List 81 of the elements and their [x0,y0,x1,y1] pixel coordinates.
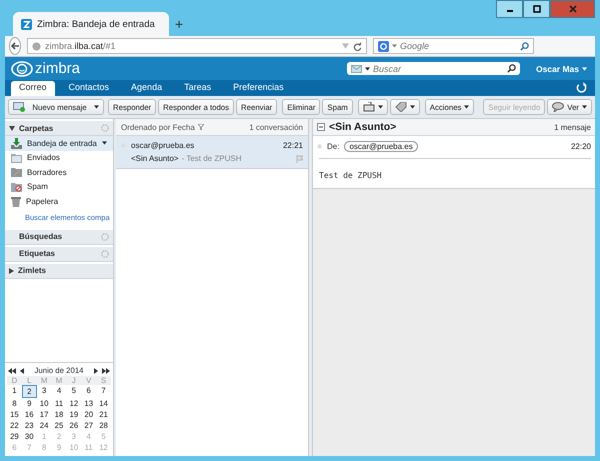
move-button[interactable] [358,99,388,115]
collapsed-arrow-icon[interactable] [9,268,14,274]
section-header[interactable]: Zimlets [5,264,113,278]
user-menu[interactable]: Oscar Mas [534,64,589,74]
caret-icon [102,141,107,146]
search-input[interactable]: Buscar [373,64,504,74]
sort-label[interactable]: Ordenado por Fecha [121,122,195,132]
google-plus-icon [378,40,389,52]
caret-icon [464,105,470,109]
conversation-count: 1 conversación [249,122,303,132]
smiley-logo-icon [11,60,33,76]
maximize-button[interactable] [523,0,550,18]
back-arrow-icon [10,41,20,51]
tag-button[interactable] [390,99,420,115]
message-subject: <Sin Asunto> [131,154,179,163]
search-engine-field[interactable]: Google [373,38,534,54]
section-header[interactable]: Búsquedas [5,230,113,244]
maximize-icon [532,5,540,13]
caret-icon [365,66,370,70]
inbox-tray-icon [11,138,22,149]
caret-icon [582,105,587,109]
folder-icon [11,152,22,163]
reload-icon[interactable] [353,42,362,50]
message-count: 1 mensaje [554,122,591,132]
section-header[interactable]: Carpetas [5,121,113,136]
message-body: Test de ZPUSH [318,171,383,180]
tab-title: Zimbra: Bandeja de entrada [37,18,155,30]
message-time: 22:20 [570,142,591,151]
caret-icon [392,44,397,48]
search-icon [507,64,516,73]
from-label: De: [327,142,340,151]
search-field[interactable]: Buscar [347,62,520,75]
logo-text: zimbra [35,60,80,77]
back-button[interactable] [9,37,21,55]
expanded-arrow-icon[interactable] [9,126,15,130]
filter-icon[interactable] [198,124,204,130]
app-tab[interactable]: Correo [11,81,55,96]
folder-icon [11,167,22,178]
minimize-button[interactable] [496,0,523,18]
folder-item[interactable]: Borradores [5,165,113,180]
spam-folder-icon [11,182,22,192]
app-tab[interactable]: Tareas [176,81,220,96]
search-input[interactable]: Google [400,41,517,51]
tag-icon [394,102,407,112]
section-header[interactable]: Etiquetas [5,246,113,262]
trash-icon [11,196,21,207]
next-month-button[interactable] [93,368,99,374]
envelope-icon [351,64,362,72]
address-bar[interactable]: zimbra.ilba.cat/#1 [27,38,367,54]
sender: oscar@prueba.es [131,141,194,150]
z-favicon-icon [21,18,32,30]
app-tab[interactable]: Agenda [123,81,170,96]
speech-bubble-icon [552,102,564,112]
url-text: zimbra.ilba.cat/#1 [45,41,116,51]
app-tab[interactable]: Contactos [60,81,118,96]
previous-year-button[interactable] [7,368,17,374]
folder-item[interactable]: Enviados [5,150,113,165]
caret-icon [582,66,587,70]
folder-item[interactable]: Bandeja de entrada [5,136,113,150]
refresh-icon[interactable] [576,82,587,93]
search-icon [520,42,529,50]
dropdown-icon [342,43,349,49]
read-status-dot-icon [317,144,322,149]
previous-month-button[interactable] [19,368,25,374]
app-tab[interactable]: Preferencias [225,81,292,96]
caret-icon [410,105,415,109]
caret-icon [94,105,99,109]
message-preview: - Test de ZPUSH [182,154,242,163]
new-tab-button[interactable]: + [175,16,184,32]
sender-chip[interactable]: oscar@prueba.es [344,141,418,152]
browser-tab[interactable]: Zimbra: Bandeja de entrada [13,12,169,36]
close-icon [568,5,576,13]
caret-icon [378,105,383,109]
envelope-plus-icon [13,102,25,112]
next-year-button[interactable] [101,368,111,374]
collapse-icon[interactable] [317,123,325,131]
message-time: 22:21 [282,141,303,150]
folder-item[interactable]: Spam [5,180,113,194]
message-row[interactable]: oscar@prueba.es 22:21 <Sin Asunto> - Test de ZPUSH [116,136,308,169]
conversation-subject: <Sin Asunto> [329,121,396,133]
folder-item[interactable]: Papelera [5,194,113,208]
